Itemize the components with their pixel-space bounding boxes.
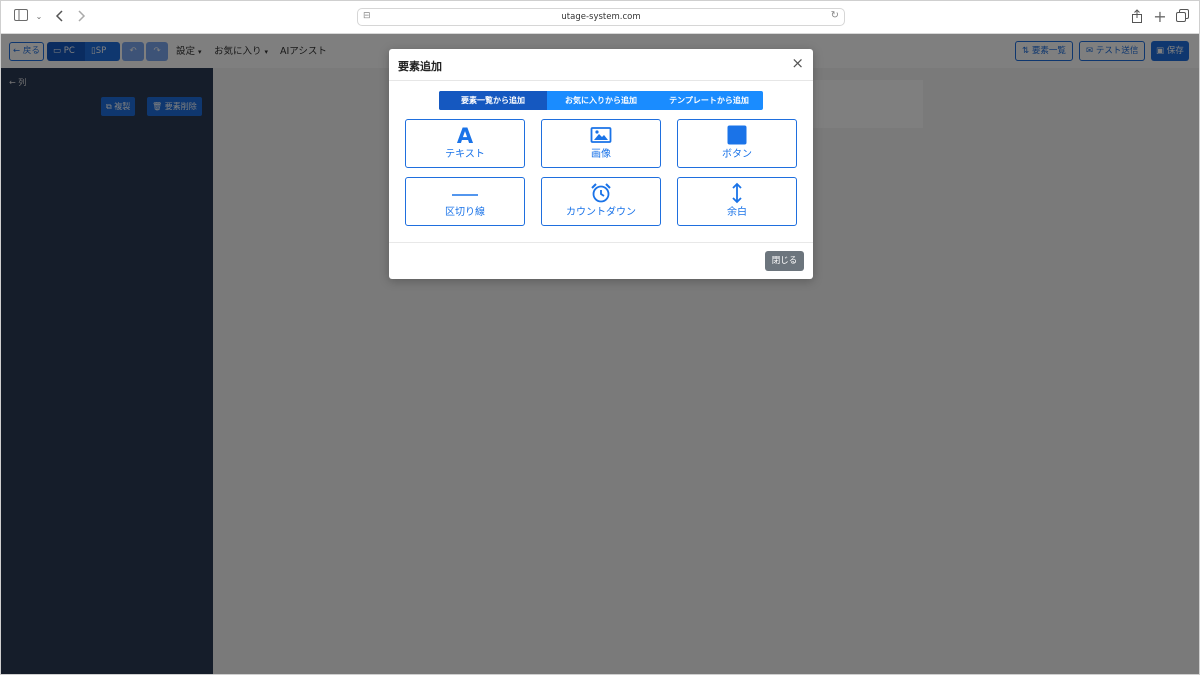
add-button-tile[interactable]: ボタン [677, 119, 797, 168]
chevron-down-icon[interactable]: ⌄ [31, 9, 47, 25]
browser-bar: ⌄ ⊟ utage-system.com ↻ + [1, 1, 1199, 34]
sidebar-toggle-icon[interactable] [13, 9, 29, 25]
modal-header: 要素追加 × [389, 49, 813, 81]
tab-templates[interactable]: テンプレートから追加 [655, 91, 763, 110]
url-text: utage-system.com [561, 12, 641, 22]
close-button[interactable]: 閉じる [765, 251, 804, 271]
add-text-tile[interactable]: A テキスト [405, 119, 525, 168]
modal-title: 要素追加 [398, 60, 442, 73]
add-spacer-tile[interactable]: 余白 [677, 177, 797, 226]
tab-favorites[interactable]: お気に入りから追加 [547, 91, 655, 110]
add-source-tabs: 要素一覧から追加 お気に入りから追加 テンプレートから追加 [439, 91, 763, 110]
forward-arrow-icon[interactable] [73, 9, 89, 25]
divider-line-icon [406, 182, 524, 204]
alarm-clock-icon [542, 182, 660, 204]
add-countdown-tile[interactable]: カウントダウン [541, 177, 661, 226]
spacer-tile-label: 余白 [727, 207, 747, 218]
svg-text:A: A [457, 124, 474, 146]
modal-footer-divider [389, 242, 813, 243]
add-image-tile[interactable]: 画像 [541, 119, 661, 168]
back-arrow-icon[interactable] [52, 9, 68, 25]
image-tile-label: 画像 [591, 149, 611, 160]
button-square-icon [678, 124, 796, 146]
tab-element-list[interactable]: 要素一覧から追加 [439, 91, 547, 110]
new-tab-icon[interactable]: + [1152, 9, 1168, 25]
divider-tile-label: 区切り線 [445, 207, 485, 218]
screen: ⌄ ⊟ utage-system.com ↻ + ← 戻る ▭ PC ▯SP ↶… [0, 0, 1200, 675]
tab-overview-icon[interactable] [1174, 9, 1190, 25]
close-icon[interactable]: × [791, 55, 804, 71]
image-icon [542, 124, 660, 146]
share-icon[interactable] [1129, 9, 1145, 25]
add-element-modal: 要素追加 × 要素一覧から追加 お気に入りから追加 テンプレートから追加 A テ… [389, 49, 813, 279]
text-a-icon: A [406, 124, 524, 148]
text-tile-label: テキスト [445, 149, 485, 160]
countdown-tile-label: カウントダウン [566, 207, 636, 218]
add-divider-tile[interactable]: 区切り線 [405, 177, 525, 226]
button-tile-label: ボタン [722, 149, 752, 160]
reload-icon[interactable]: ↻ [831, 10, 839, 21]
vertical-arrows-icon [678, 182, 796, 204]
address-bar[interactable]: ⊟ utage-system.com ↻ [357, 8, 845, 26]
